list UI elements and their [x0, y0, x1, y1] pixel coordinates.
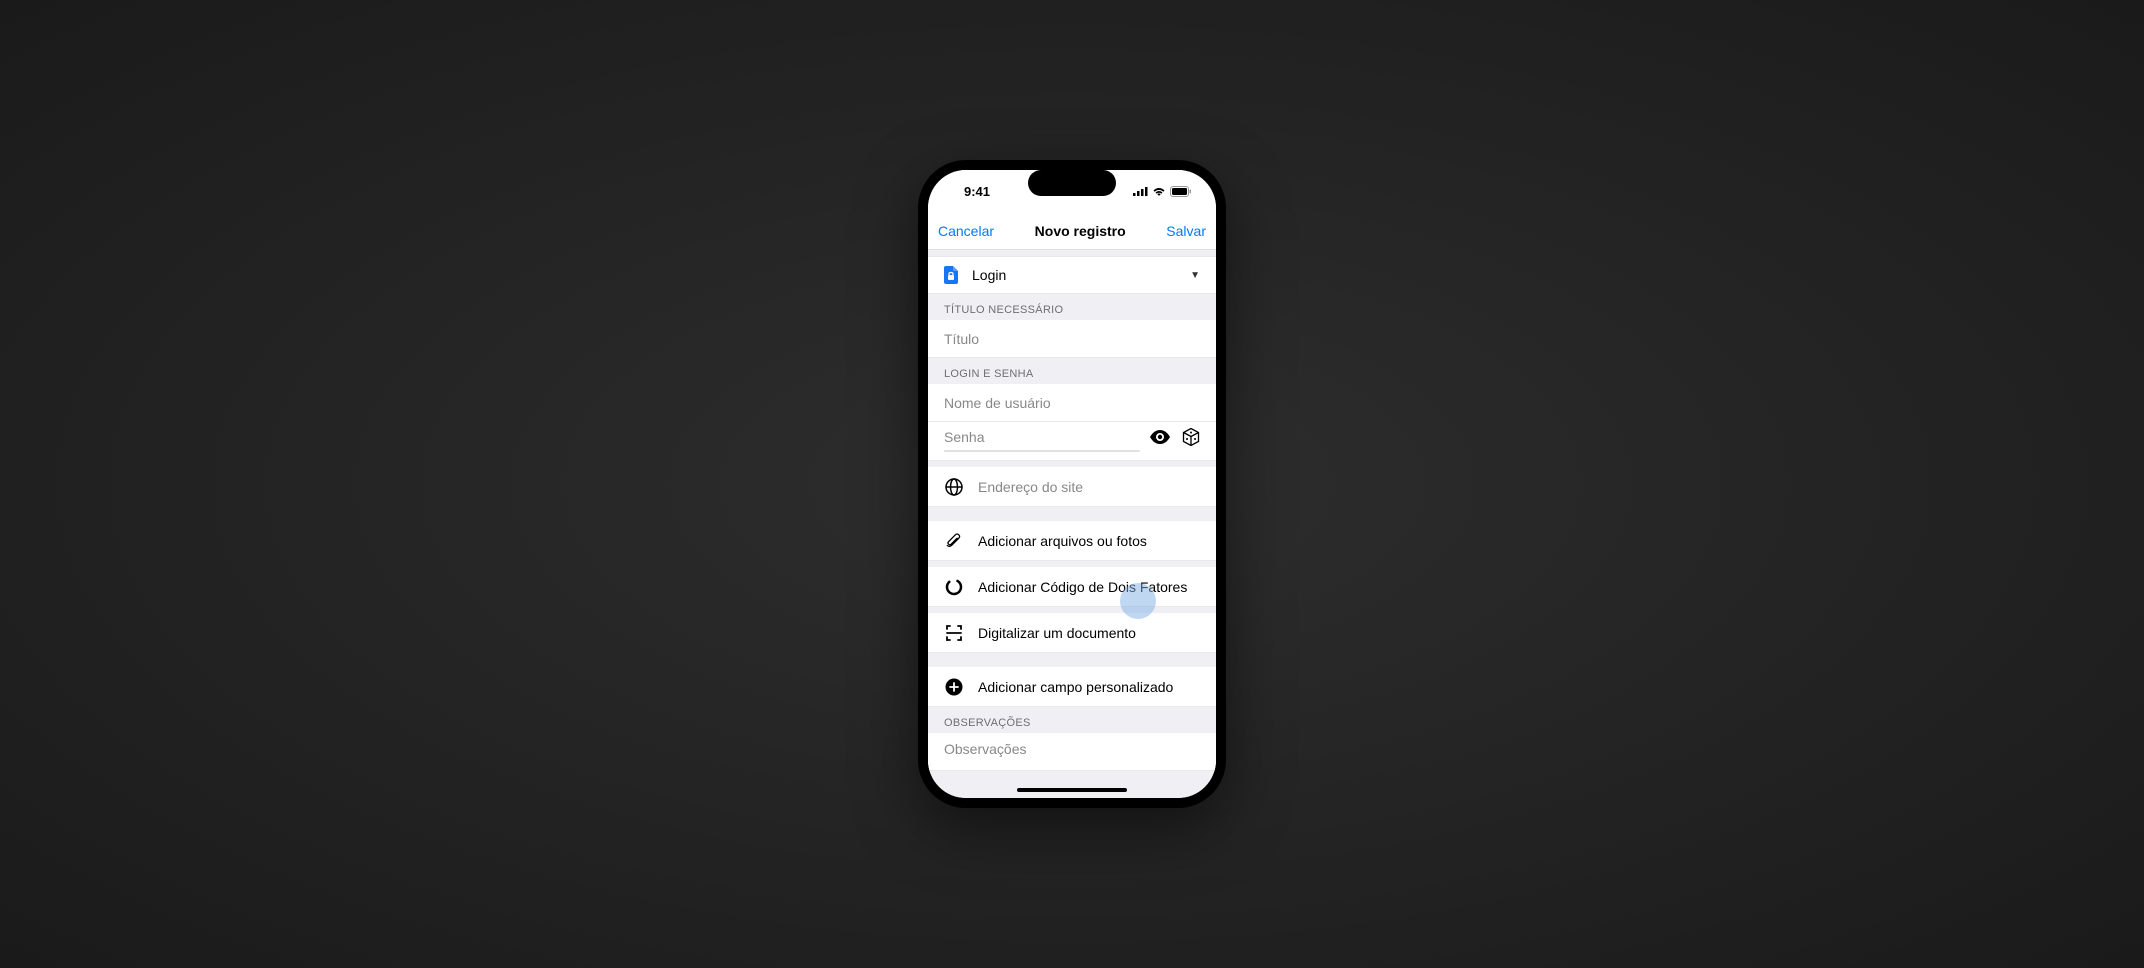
paperclip-icon [944, 532, 964, 550]
cancel-button[interactable]: Cancelar [938, 223, 994, 239]
password-field[interactable]: Senha [928, 422, 1216, 461]
dropdown-arrow-icon: ▼ [1190, 270, 1200, 281]
plus-circle-icon [944, 678, 964, 696]
record-type-selector[interactable]: Login ▼ [928, 256, 1216, 294]
add-2fa-button[interactable]: Adicionar Código de Dois Fatores [928, 567, 1216, 607]
section-header-login: LOGIN E SENHA [928, 358, 1216, 384]
section-header-title: TÍTULO NECESSÁRIO [928, 294, 1216, 320]
phone-notch [1028, 170, 1116, 196]
cellular-icon [1133, 186, 1148, 196]
document-icon [944, 266, 958, 284]
add-custom-field-label: Adicionar campo personalizado [978, 679, 1173, 695]
eye-icon[interactable] [1150, 430, 1170, 444]
password-strength-meter [944, 450, 1140, 452]
save-button[interactable]: Salvar [1166, 223, 1206, 239]
add-custom-field-button[interactable]: Adicionar campo personalizado [928, 667, 1216, 707]
add-files-button[interactable]: Adicionar arquivos ou fotos [928, 521, 1216, 561]
notes-placeholder: Observações [944, 741, 1026, 757]
notes-field[interactable]: Observações [928, 733, 1216, 771]
section-header-notes: OBSERVAÇÕES [928, 707, 1216, 733]
wifi-icon [1152, 186, 1166, 196]
globe-icon [944, 478, 964, 496]
add-files-label: Adicionar arquivos ou fotos [978, 533, 1147, 549]
status-time: 9:41 [964, 184, 990, 199]
website-field[interactable]: Endereço do site [928, 467, 1216, 507]
title-placeholder: Título [944, 331, 979, 347]
status-indicators [1133, 186, 1192, 197]
scan-document-button[interactable]: Digitalizar um documento [928, 613, 1216, 653]
record-type-value: Login [972, 267, 1006, 283]
username-field[interactable]: Nome de usuário [928, 384, 1216, 422]
phone-screen: 9:41 Cancelar Novo registro Salvar Login… [928, 170, 1216, 798]
phone-frame: 9:41 Cancelar Novo registro Salvar Login… [918, 160, 1226, 808]
website-placeholder: Endereço do site [978, 479, 1083, 495]
nav-title: Novo registro [1035, 223, 1126, 239]
add-2fa-label: Adicionar Código de Dois Fatores [978, 579, 1187, 595]
scan-icon [944, 624, 964, 642]
username-placeholder: Nome de usuário [944, 395, 1051, 411]
dice-icon[interactable] [1182, 428, 1200, 446]
home-indicator[interactable] [1017, 788, 1127, 792]
battery-icon [1170, 186, 1192, 197]
form-content[interactable]: Login ▼ TÍTULO NECESSÁRIO Título LOGIN E… [928, 250, 1216, 798]
spinner-icon [944, 578, 964, 596]
touch-indicator [1120, 583, 1156, 619]
title-field[interactable]: Título [928, 320, 1216, 358]
password-placeholder: Senha [944, 429, 984, 445]
scan-document-label: Digitalizar um documento [978, 625, 1136, 641]
nav-bar: Cancelar Novo registro Salvar [928, 212, 1216, 250]
